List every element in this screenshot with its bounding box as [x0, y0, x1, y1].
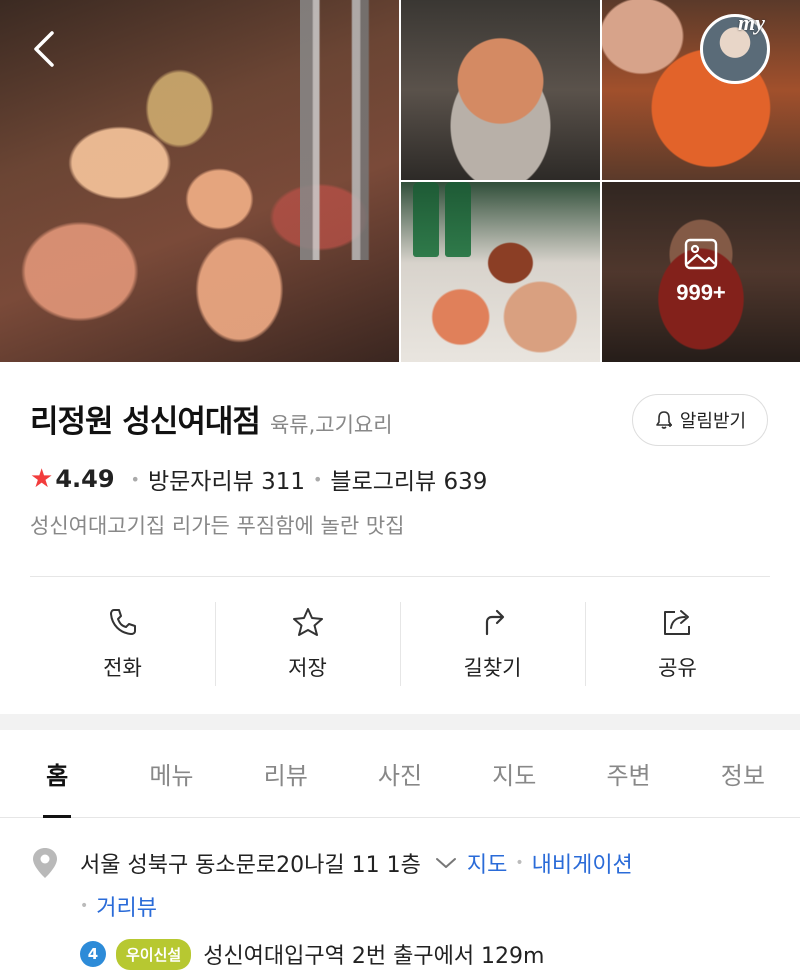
- address-text: 서울 성북구 동소문로20나길 11 1층: [80, 853, 421, 878]
- call-button[interactable]: 전화: [30, 598, 215, 690]
- subway-line-badge: 우이신설: [116, 938, 192, 970]
- action-bar: 전화 저장 길찾기 공유: [30, 598, 770, 690]
- tab-photos[interactable]: 사진: [343, 730, 457, 817]
- action-label: 공유: [658, 656, 697, 680]
- alarm-label: 알림받기: [679, 411, 747, 432]
- action-label: 전화: [103, 656, 142, 680]
- subway-text: 성신여대입구역 2번 출구에서 129m: [203, 944, 545, 969]
- directions-button[interactable]: 길찾기: [400, 598, 585, 690]
- share-button[interactable]: 공유: [585, 598, 770, 690]
- star-icon: [292, 608, 323, 636]
- action-label: 저장: [288, 656, 327, 680]
- place-tagline: 성신여대고기집 리가든 푸짐함에 놀란 맛집: [30, 514, 405, 538]
- separator-dot: •: [515, 855, 524, 871]
- back-button[interactable]: [20, 24, 70, 74]
- blog-reviews-link[interactable]: 블로그리뷰 639: [330, 462, 487, 496]
- share-icon: [663, 610, 690, 635]
- section-spacer: [0, 714, 800, 730]
- separator-dot: •: [80, 898, 89, 914]
- photo-gallery: my 999+: [0, 0, 800, 362]
- place-title: 리정원 성신여대점: [30, 404, 261, 440]
- rating-value: 4.49: [55, 465, 115, 493]
- alarm-button[interactable]: 알림받기: [632, 394, 768, 446]
- photo-thumbnail[interactable]: [401, 182, 600, 362]
- subway-line-number: 4: [80, 941, 106, 967]
- navigation-link[interactable]: 내비게이션: [532, 847, 633, 879]
- rating-row: ★ 4.49 • 방문자리뷰 311 • 블로그리뷰 639: [30, 462, 487, 496]
- back-arrow-icon: [34, 31, 54, 67]
- subway-info: 4 우이신설 성신여대입구역 2번 출구에서 129m: [80, 938, 544, 970]
- tab-reviews[interactable]: 리뷰: [229, 730, 343, 817]
- chevron-down-icon[interactable]: [435, 856, 457, 870]
- place-category: 육류,고기요리: [269, 413, 393, 437]
- directions-icon: [485, 609, 504, 636]
- map-link[interactable]: 지도: [467, 847, 507, 879]
- photo-thumbnail[interactable]: [602, 0, 800, 180]
- more-photos-button[interactable]: 999+: [602, 182, 800, 362]
- separator-dot: •: [130, 469, 140, 489]
- tab-home[interactable]: 홈: [0, 730, 114, 817]
- my-tag: my: [738, 10, 765, 35]
- more-photos-count: 999+: [676, 280, 726, 305]
- rating-star-icon: ★: [30, 464, 54, 494]
- divider: [30, 576, 770, 577]
- tab-menu[interactable]: 메뉴: [114, 730, 228, 817]
- location-pin-icon: [33, 848, 57, 878]
- save-button[interactable]: 저장: [215, 598, 400, 690]
- tab-bar: 홈 메뉴 리뷰 사진 지도 주변 정보: [0, 730, 800, 818]
- streetview-link[interactable]: 거리뷰: [96, 890, 157, 922]
- separator-dot: •: [312, 469, 323, 489]
- tab-map[interactable]: 지도: [457, 730, 571, 817]
- action-label: 길찾기: [463, 656, 522, 680]
- tab-nearby[interactable]: 주변: [571, 730, 685, 817]
- address-section: 서울 성북구 동소문로20나길 11 1층 지도 • 내비게이션 • 거리뷰 4…: [30, 846, 770, 970]
- photo-thumbnail[interactable]: [401, 0, 600, 180]
- bell-icon: [656, 411, 672, 429]
- image-icon: [684, 238, 718, 270]
- phone-icon: [109, 609, 136, 635]
- tab-info[interactable]: 정보: [686, 730, 800, 817]
- visitor-reviews-link[interactable]: 방문자리뷰 311: [148, 462, 305, 496]
